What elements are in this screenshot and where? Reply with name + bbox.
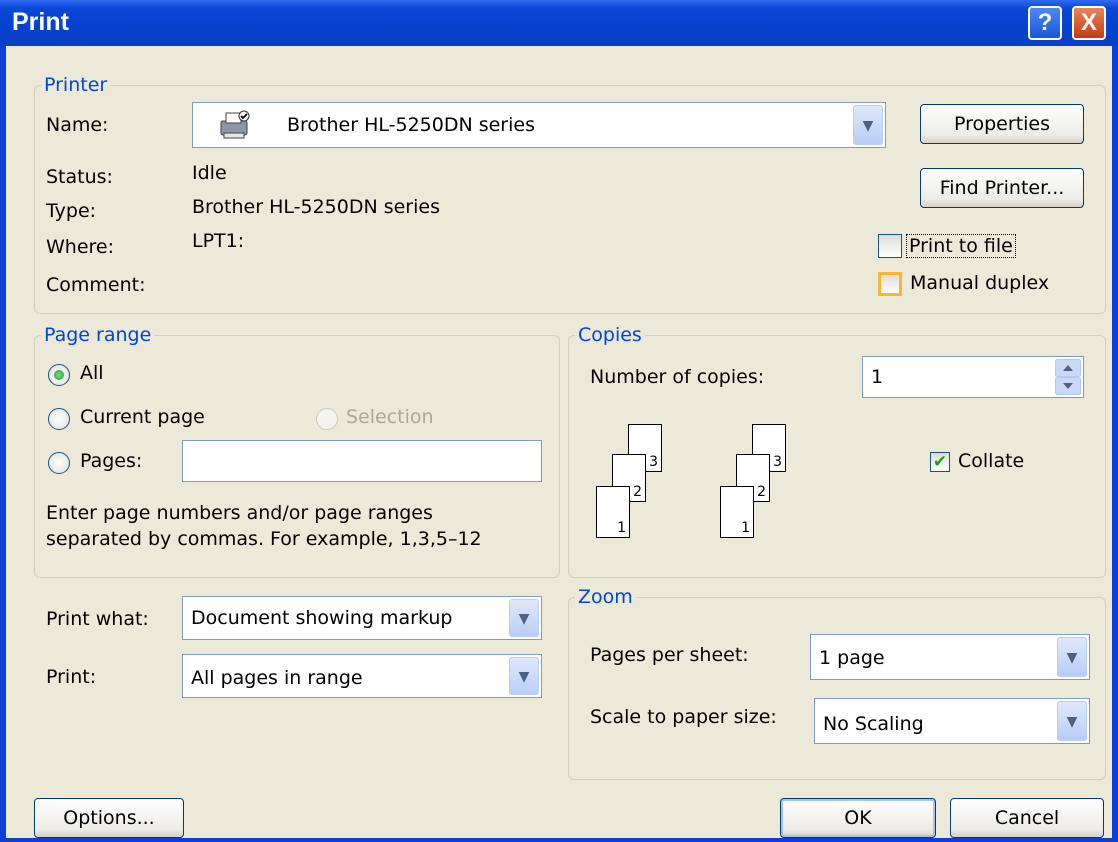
properties-button[interactable]: Properties: [920, 104, 1084, 144]
where-label: Where:: [46, 236, 115, 258]
print-value: All pages in range: [191, 667, 363, 689]
options-button[interactable]: Options...: [34, 798, 184, 838]
print-what-value: Document showing markup: [191, 607, 453, 629]
chevron-down-icon[interactable]: ▼: [509, 657, 539, 695]
number-of-copies-label: Number of copies:: [590, 366, 765, 388]
printer-icon: [220, 110, 250, 139]
number-of-copies-input[interactable]: 1: [862, 356, 1084, 398]
pages-input[interactable]: [182, 440, 542, 482]
selection-radio[interactable]: [316, 408, 338, 430]
help-icon[interactable]: ?: [1028, 6, 1062, 40]
page-range-hint-line2: separated by commas. For example, 1,3,5–…: [46, 528, 482, 550]
chevron-down-icon[interactable]: ▼: [1057, 637, 1087, 677]
spinner-arrows-icon[interactable]: [1055, 359, 1081, 395]
print-combo[interactable]: All pages in range ▼: [182, 654, 542, 698]
printer-group-legend: Printer: [44, 74, 108, 96]
page-range-legend: Page range: [44, 324, 152, 346]
find-printer-button-label: Find Printer...: [939, 177, 1065, 199]
chevron-down-icon[interactable]: ▼: [853, 105, 883, 145]
selection-label: Selection: [346, 406, 434, 428]
page-number: 3: [649, 454, 658, 470]
all-pages-radio[interactable]: [48, 364, 70, 386]
printer-name-combo[interactable]: Brother HL-5250DN series ▼: [192, 102, 886, 148]
printer-name-label: Name:: [46, 114, 109, 136]
page-number: 1: [617, 520, 626, 536]
scale-to-paper-size-value: No Scaling: [823, 713, 924, 735]
status-label: Status:: [46, 166, 113, 188]
all-pages-label[interactable]: All: [80, 362, 104, 384]
scale-to-paper-size-label: Scale to paper size:: [590, 706, 777, 728]
pages-label[interactable]: Pages:: [80, 450, 142, 472]
cancel-button[interactable]: Cancel: [950, 798, 1104, 838]
print-what-combo[interactable]: Document showing markup ▼: [182, 596, 542, 640]
copies-legend: Copies: [578, 324, 642, 346]
print-what-label: Print what:: [46, 608, 149, 630]
type-label: Type:: [46, 200, 97, 222]
ok-button-label: OK: [844, 807, 872, 829]
where-value: LPT1:: [192, 230, 245, 252]
print-to-file-label[interactable]: Print to file: [906, 234, 1016, 258]
dialog-body: Printer Name: Brother HL-5250DN series ▼…: [6, 46, 1112, 838]
page-number: 1: [741, 520, 750, 536]
page-icon-1b: 1: [720, 486, 754, 538]
pages-per-sheet-combo[interactable]: 1 page ▼: [810, 634, 1090, 680]
pages-per-sheet-label: Pages per sheet:: [590, 644, 749, 666]
collate-label[interactable]: Collate: [958, 450, 1024, 472]
zoom-group: Zoom: [568, 586, 1106, 780]
find-printer-button[interactable]: Find Printer...: [920, 168, 1084, 208]
page-range-hint-line1: Enter page numbers and/or page ranges: [46, 502, 433, 524]
type-value: Brother HL-5250DN series: [192, 196, 440, 218]
print-dialog: Print ? X Printer Name: Brother HL-5250D…: [0, 0, 1118, 842]
chevron-down-icon[interactable]: ▼: [509, 599, 539, 637]
comment-label: Comment:: [46, 274, 146, 296]
scale-to-paper-size-combo[interactable]: No Scaling ▼: [814, 698, 1090, 744]
pages-radio[interactable]: [48, 452, 70, 474]
print-label: Print:: [46, 666, 97, 688]
cancel-button-label: Cancel: [994, 807, 1060, 829]
options-button-label: Options...: [63, 807, 155, 829]
page-icon-1a: 1: [596, 486, 630, 538]
page-number: 2: [757, 484, 766, 500]
close-icon[interactable]: X: [1072, 6, 1106, 40]
pages-per-sheet-value: 1 page: [819, 647, 885, 669]
printer-name-value: Brother HL-5250DN series: [287, 114, 535, 136]
title-bar[interactable]: Print ? X: [0, 0, 1118, 46]
ok-button[interactable]: OK: [780, 798, 936, 838]
page-number: 2: [633, 484, 642, 500]
window-title: Print: [12, 8, 69, 36]
chevron-down-icon[interactable]: ▼: [1057, 701, 1087, 741]
collate-checkbox[interactable]: ✔: [930, 452, 950, 472]
current-page-radio[interactable]: [48, 408, 70, 430]
manual-duplex-label[interactable]: Manual duplex: [910, 272, 1049, 294]
properties-button-label: Properties: [953, 113, 1051, 135]
number-of-copies-value: 1: [871, 366, 884, 388]
current-page-label[interactable]: Current page: [80, 406, 205, 428]
manual-duplex-checkbox[interactable]: [878, 272, 902, 296]
zoom-legend: Zoom: [578, 586, 633, 608]
page-number: 3: [773, 454, 782, 470]
print-to-file-checkbox[interactable]: [878, 234, 902, 258]
status-value: Idle: [192, 162, 227, 184]
